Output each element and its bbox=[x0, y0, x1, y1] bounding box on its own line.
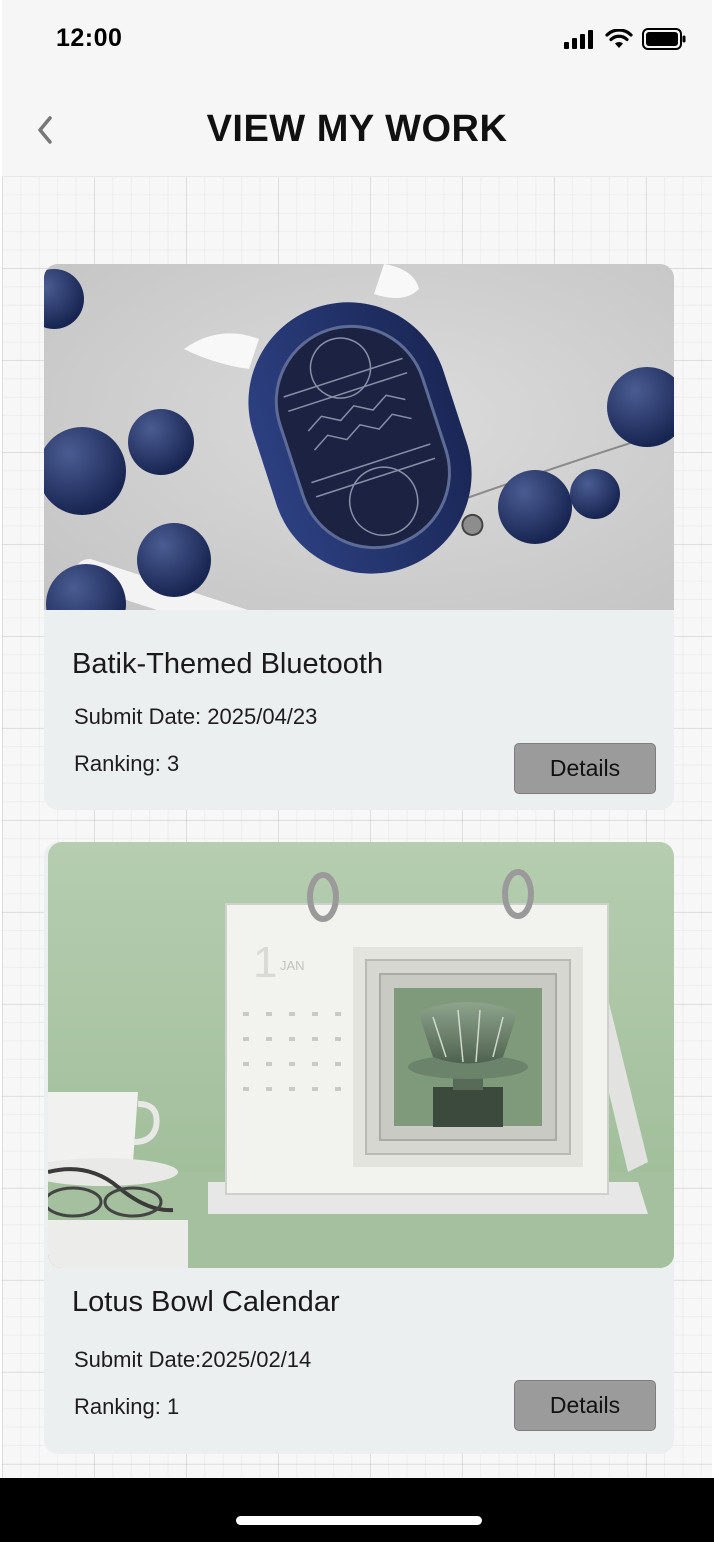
submit-date: Submit Date:2025/02/14 bbox=[74, 1347, 312, 1372]
battery-icon bbox=[642, 28, 686, 50]
submit-date: Submit Date: 2025/04/23 bbox=[74, 704, 318, 729]
work-image-bluetooth-speaker bbox=[44, 264, 674, 644]
svg-text:1: 1 bbox=[253, 938, 277, 987]
home-bar-area bbox=[0, 1478, 714, 1542]
wifi-icon bbox=[605, 29, 633, 48]
work-card: 1 JAN Lotus Bowl Calendar Submit Date:20… bbox=[44, 842, 674, 1454]
details-button[interactable]: Details bbox=[514, 1380, 656, 1431]
screen: 12:00 VIEW MY WORK Batik-Themed Bluetoot… bbox=[2, 0, 712, 1542]
work-image-lotus-calendar: 1 JAN bbox=[48, 842, 674, 1268]
home-indicator[interactable] bbox=[236, 1516, 482, 1525]
status-icons bbox=[564, 28, 686, 50]
details-button[interactable]: Details bbox=[514, 743, 656, 794]
work-title: Batik-Themed Bluetooth bbox=[72, 648, 384, 680]
svg-text:JAN: JAN bbox=[280, 958, 305, 973]
ranking: Ranking: 1 bbox=[74, 1394, 180, 1419]
ranking: Ranking: 3 bbox=[74, 751, 180, 776]
work-title: Lotus Bowl Calendar bbox=[72, 1286, 340, 1318]
top-bar: 12:00 VIEW MY WORK bbox=[2, 0, 712, 177]
signal-icon bbox=[564, 30, 593, 49]
page-title: VIEW MY WORK bbox=[206, 108, 508, 150]
status-time: 12:00 bbox=[56, 24, 123, 52]
work-card: Batik-Themed Bluetooth Submit Date: 2025… bbox=[44, 264, 674, 810]
